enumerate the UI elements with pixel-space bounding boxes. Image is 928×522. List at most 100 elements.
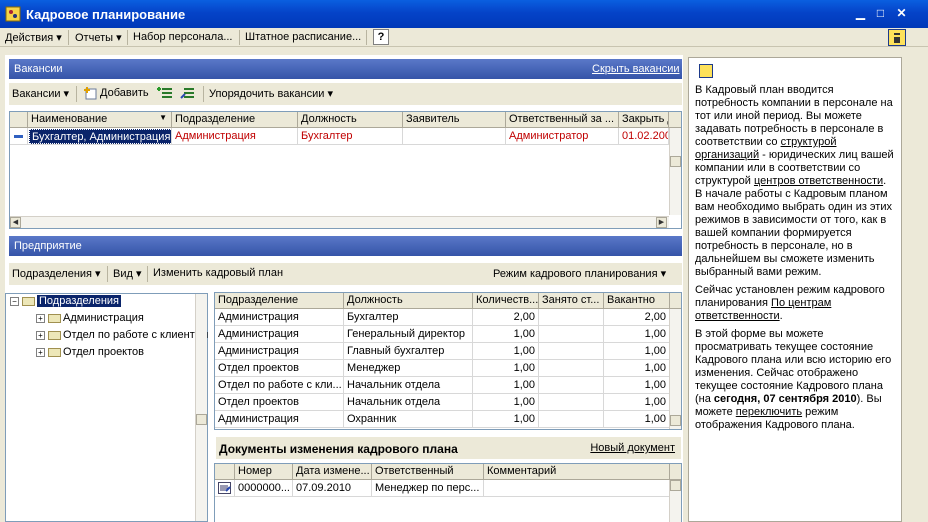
scroll-left-icon[interactable]: ◀ (10, 217, 21, 228)
table-header-quantity[interactable]: Количеств... (473, 293, 539, 309)
menu-actions[interactable]: Действия ▾ (5, 31, 62, 44)
table-cell[interactable] (484, 480, 670, 497)
tree-item-administration[interactable]: + Администрация (36, 312, 144, 328)
table-cell[interactable]: Администрация (215, 343, 344, 360)
collapse-icon[interactable]: − (10, 296, 19, 306)
table-cell[interactable]: 1,00 (473, 326, 539, 343)
table-cell[interactable]: Администрация (215, 326, 344, 343)
table-cell[interactable]: 01.02.200 (619, 128, 669, 145)
table-header-number[interactable]: Номер (235, 464, 293, 480)
table-cell[interactable]: 1,00 (473, 411, 539, 428)
table-cell[interactable]: Администрация (215, 309, 344, 326)
menu-staff-schedule[interactable]: Штатное расписание... (245, 31, 361, 43)
scroll-thumb[interactable] (670, 480, 681, 491)
expand-icon[interactable]: + (36, 347, 45, 357)
table-cell[interactable]: 2,00 (604, 309, 670, 326)
view-menu-button[interactable]: Вид ▾ (113, 267, 141, 280)
table-cell[interactable]: 1,00 (473, 394, 539, 411)
sort-vacancies-button[interactable]: Упорядочить вакансии ▾ (209, 87, 333, 100)
add-group-icon[interactable] (157, 86, 173, 101)
tree-item-label[interactable]: Отдел проектов (63, 346, 144, 358)
tree-item-projects-dept[interactable]: + Отдел проектов (36, 346, 144, 362)
planning-mode-button[interactable]: Режим кадрового планирования ▾ (493, 267, 666, 280)
table-cell[interactable]: 1,00 (473, 360, 539, 377)
table-header-responsible[interactable]: Ответственный (372, 464, 484, 480)
table-cell[interactable]: 2,00 (473, 309, 539, 326)
table-cell[interactable] (539, 411, 604, 428)
table-header-vacant[interactable]: Вакантно (604, 293, 670, 309)
table-cell[interactable]: Администрация (172, 128, 298, 145)
table-cell[interactable]: Менеджер по перс... (372, 480, 484, 497)
table-cell[interactable]: Бухгалтер (298, 128, 403, 145)
table-cell[interactable]: Начальник отдела (344, 377, 473, 394)
menu-reports[interactable]: Отчеты ▾ (75, 31, 122, 44)
vacancies-menu-button[interactable]: Вакансии ▾ (12, 87, 69, 100)
table-cell[interactable]: Администрация (215, 411, 344, 428)
table-cell[interactable]: Отдел проектов (215, 360, 344, 377)
table-cell[interactable]: Отдел по работе с кли... (215, 377, 344, 394)
minimize-icon[interactable]: ▁ (852, 6, 869, 22)
table-header-division[interactable]: Подразделение (172, 112, 298, 128)
table-cell[interactable]: Администратор (506, 128, 619, 145)
scroll-thumb[interactable] (196, 414, 207, 425)
table-cell[interactable]: 1,00 (604, 411, 670, 428)
help-button[interactable]: ? (373, 29, 389, 45)
menu-recruitment[interactable]: Набор персонала... (133, 31, 232, 43)
scroll-right-icon[interactable]: ▶ (656, 217, 667, 228)
table-cell[interactable] (539, 309, 604, 326)
table-cell[interactable]: Главный бухгалтер (344, 343, 473, 360)
table-cell[interactable]: 1,00 (604, 326, 670, 343)
table-cell[interactable]: 1,00 (604, 377, 670, 394)
table-header-requester[interactable]: Заявитель (403, 112, 506, 128)
scroll-thumb[interactable] (670, 156, 681, 167)
info-toggle-icon[interactable] (888, 29, 906, 46)
table-header-occupied[interactable]: Занято ст... (539, 293, 604, 309)
table-cell[interactable]: Отдел проектов (215, 394, 344, 411)
table-header-comment[interactable]: Комментарий (484, 464, 670, 480)
table-header-division[interactable]: Подразделение (215, 293, 344, 309)
divisions-menu-button[interactable]: Подразделения ▾ (12, 267, 101, 280)
change-plan-button[interactable]: Изменить кадровый план (153, 267, 283, 279)
table-cell[interactable]: 0000000... (235, 480, 293, 497)
table-cell[interactable] (403, 128, 506, 145)
table-cell[interactable] (539, 360, 604, 377)
responsibility-centers-link[interactable]: центров ответственности (754, 175, 883, 187)
switch-mode-link[interactable]: переключить (736, 406, 802, 418)
tree-item-root[interactable]: − Подразделения (10, 295, 121, 311)
vacancies-horizontal-scrollbar[interactable]: ◀ ▶ (10, 216, 669, 228)
table-cell[interactable]: 1,00 (604, 394, 670, 411)
table-cell[interactable]: 07.09.2010 (293, 480, 372, 497)
table-cell[interactable]: 1,00 (604, 343, 670, 360)
vacancy-name-cell[interactable]: Бухгалтер, Администрация (29, 129, 171, 144)
table-header-date[interactable]: Дата измене... (293, 464, 372, 480)
table-header-name[interactable]: Наименование ▼ (28, 112, 172, 128)
table-cell[interactable]: Бухгалтер (344, 309, 473, 326)
move-icon[interactable] (180, 86, 196, 101)
documents-vertical-scrollbar[interactable] (669, 480, 681, 522)
table-cell[interactable] (539, 343, 604, 360)
tree-item-label[interactable]: Отдел по работе с клиентами (63, 329, 208, 341)
table-cell[interactable]: Охранник (344, 411, 473, 428)
table-cell[interactable] (539, 326, 604, 343)
table-cell[interactable]: 1,00 (473, 343, 539, 360)
table-cell[interactable] (539, 377, 604, 394)
tree-item-client-dept[interactable]: + Отдел по работе с клиентами (36, 329, 208, 345)
table-header-position[interactable]: Должность (344, 293, 473, 309)
table-cell[interactable]: 1,00 (604, 360, 670, 377)
plan-vertical-scrollbar[interactable] (669, 309, 681, 429)
maximize-icon[interactable]: □ (872, 6, 889, 22)
table-header-close-date[interactable]: Закрыть д (619, 112, 669, 128)
tree-vertical-scrollbar[interactable] (195, 294, 207, 521)
tree-item-label[interactable]: Подразделения (37, 295, 121, 307)
table-cell[interactable]: 1,00 (473, 377, 539, 394)
tree-item-label[interactable]: Администрация (63, 312, 144, 324)
vacancies-vertical-scrollbar[interactable] (669, 128, 681, 215)
table-cell[interactable]: Менеджер (344, 360, 473, 377)
hide-vacancies-link[interactable]: Скрыть вакансии (592, 63, 679, 75)
expand-icon[interactable]: + (36, 330, 45, 340)
close-icon[interactable]: ✕ (893, 6, 910, 22)
table-cell[interactable]: Начальник отдела (344, 394, 473, 411)
table-cell[interactable]: Генеральный директор (344, 326, 473, 343)
table-header-position[interactable]: Должность (298, 112, 403, 128)
add-button[interactable]: Добавить (100, 87, 149, 99)
